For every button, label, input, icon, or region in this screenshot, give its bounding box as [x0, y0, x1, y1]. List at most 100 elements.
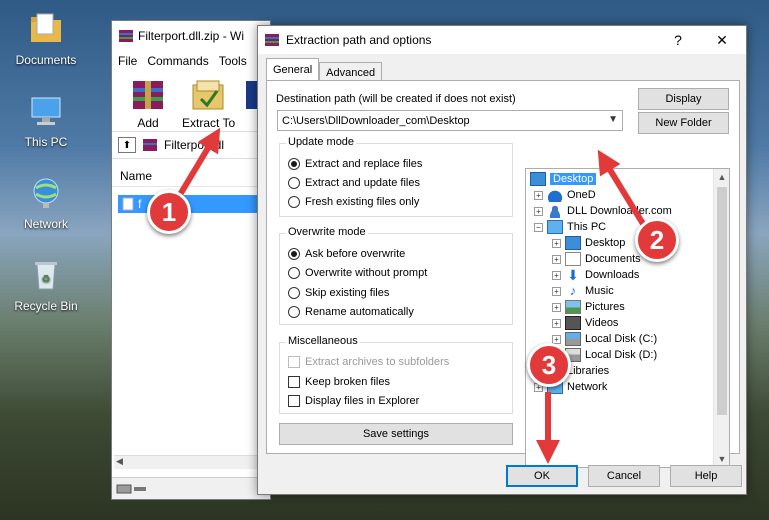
chevron-down-icon[interactable]: ▼: [608, 114, 618, 125]
radio[interactable]: [288, 267, 300, 279]
desktop-icon-recycle-bin[interactable]: ♻ Recycle Bin: [6, 258, 86, 313]
radio-overwrite-without-prompt[interactable]: Overwrite without prompt: [288, 267, 427, 279]
winrar-app-icon: [119, 30, 133, 42]
dll-file-icon: [122, 197, 134, 211]
dialog-titlebar[interactable]: Extraction path and options ? ✕: [258, 26, 746, 54]
help-button[interactable]: Help: [670, 465, 742, 487]
computer-icon: [547, 220, 563, 234]
callout-step-3: 3: [527, 343, 571, 387]
checkbox: [288, 356, 300, 368]
collapse-icon[interactable]: −: [534, 222, 543, 232]
file-row[interactable]: f .dll: [118, 195, 268, 213]
radio[interactable]: [288, 287, 300, 299]
expand-icon[interactable]: +: [552, 254, 561, 264]
option-label: Extract and update files: [305, 177, 420, 189]
close-button[interactable]: ✕: [700, 26, 744, 54]
tree-item-dll-downloader[interactable]: + DLL Downloader.com: [534, 203, 672, 219]
winrar-titlebar[interactable]: Filterport.dll.zip - Wi: [112, 21, 270, 51]
dialog-title: Extraction path and options: [286, 33, 432, 47]
check-display-in-explorer[interactable]: Display files in Explorer: [288, 395, 419, 407]
desktop-icon-network[interactable]: Network: [6, 176, 86, 231]
expand-icon[interactable]: +: [552, 318, 561, 328]
winrar-toolbar: Add Extract To: [112, 71, 270, 131]
tree-item-this-pc[interactable]: − This PC: [534, 219, 606, 235]
expand-icon[interactable]: +: [552, 270, 561, 280]
user-icon: [547, 204, 563, 218]
film-icon: [565, 316, 581, 330]
save-settings-button[interactable]: Save settings: [279, 423, 513, 445]
option-label: Extract and replace files: [305, 158, 423, 170]
radio-selected[interactable]: [288, 158, 300, 170]
radio-extract-update[interactable]: Extract and update files: [288, 177, 420, 189]
folder-icon: [31, 13, 61, 42]
scroll-up-icon[interactable]: ▲: [714, 169, 729, 185]
radio-selected[interactable]: [288, 248, 300, 260]
tree-item-videos[interactable]: + Videos: [552, 315, 618, 331]
option-label: Display files in Explorer: [305, 395, 420, 407]
tree-label: OneD: [567, 189, 596, 201]
tree-item-onedrive[interactable]: + OneD: [534, 187, 596, 203]
tree-item-desktop[interactable]: + Desktop: [552, 235, 625, 251]
expand-icon[interactable]: +: [552, 334, 561, 344]
winrar-menubar: File Commands Tools: [112, 51, 270, 71]
destination-path-combobox[interactable]: C:\Users\DllDownloader_com\Desktop ▼: [277, 110, 623, 131]
tab-advanced[interactable]: Advanced: [319, 62, 383, 82]
extract-to-button[interactable]: Extract To: [182, 79, 235, 131]
tree-label: Local Disk (D:): [585, 349, 658, 361]
tree-label: Local Disk (C:): [585, 333, 658, 345]
radio-fresh-existing[interactable]: Fresh existing files only: [288, 196, 419, 208]
destination-path-value: C:\Users\DllDownloader_com\Desktop: [282, 114, 470, 127]
expand-icon[interactable]: +: [534, 206, 543, 216]
general-panel: Destination path (will be created if doe…: [266, 80, 740, 468]
menu-commands[interactable]: Commands: [147, 54, 208, 68]
winrar-pathbar: ⬆ Filterport.dl: [112, 131, 270, 159]
help-question-button[interactable]: ?: [656, 26, 700, 54]
tree-item-documents[interactable]: + Documents: [552, 251, 641, 267]
ok-button[interactable]: OK: [506, 465, 578, 487]
desktop-icon-this-pc[interactable]: This PC: [6, 94, 86, 149]
checkbox[interactable]: [288, 395, 300, 407]
pictures-icon: [565, 300, 581, 314]
radio-rename-automatically[interactable]: Rename automatically: [288, 306, 414, 318]
radio[interactable]: [288, 177, 300, 189]
menu-tools[interactable]: Tools: [219, 54, 247, 68]
tree-label: Music: [585, 285, 614, 297]
desktop-icon-documents[interactable]: Documents: [6, 12, 86, 67]
cancel-button[interactable]: Cancel: [588, 465, 660, 487]
checkbox[interactable]: [288, 376, 300, 388]
radio-extract-replace[interactable]: Extract and replace files: [288, 158, 422, 170]
column-header-name[interactable]: Name: [112, 165, 270, 187]
dialog-tabs: General Advanced: [266, 58, 383, 82]
tree-item-downloads[interactable]: + ⬇ Downloads: [552, 267, 639, 283]
tree-vertical-scrollbar[interactable]: ▲ ▼: [713, 169, 729, 467]
tab-general[interactable]: General: [266, 58, 320, 80]
horizontal-scrollbar[interactable]: ◀: [114, 455, 270, 469]
folder-tree[interactable]: Desktop + OneD + DLL Downloader.com − Th…: [525, 168, 730, 468]
add-button[interactable]: Add: [122, 79, 174, 131]
expand-icon[interactable]: +: [552, 286, 561, 296]
menu-file[interactable]: File: [118, 54, 137, 68]
add-label: Add: [137, 116, 159, 130]
tree-item-pictures[interactable]: + Pictures: [552, 299, 625, 315]
radio[interactable]: [288, 306, 300, 318]
desktop-icon-label: This PC: [24, 135, 68, 149]
check-keep-broken-files[interactable]: Keep broken files: [288, 376, 390, 388]
expand-icon[interactable]: +: [534, 190, 543, 200]
new-folder-button[interactable]: New Folder: [638, 112, 729, 134]
display-button[interactable]: Display: [638, 88, 729, 110]
radio[interactable]: [288, 196, 300, 208]
scrollbar-thumb[interactable]: [717, 187, 727, 415]
tree-label: Documents: [585, 253, 641, 265]
tree-item-desktop-root[interactable]: Desktop: [530, 171, 597, 187]
tree-item-local-disk-c[interactable]: + Local Disk (C:): [552, 331, 657, 347]
winrar-title: Filterport.dll.zip - Wi: [138, 29, 245, 43]
tree-item-music[interactable]: + ♪ Music: [552, 283, 614, 299]
expand-icon[interactable]: +: [552, 238, 561, 248]
check-extract-to-subfolders: Extract archives to subfolders: [288, 356, 449, 368]
option-label: Extract archives to subfolders: [305, 356, 450, 368]
radio-ask-before-overwrite[interactable]: Ask before overwrite: [288, 248, 405, 260]
update-mode-title: Update mode: [286, 136, 357, 148]
up-folder-button[interactable]: ⬆: [118, 137, 136, 153]
expand-icon[interactable]: +: [552, 302, 561, 312]
radio-skip-existing[interactable]: Skip existing files: [288, 287, 389, 299]
